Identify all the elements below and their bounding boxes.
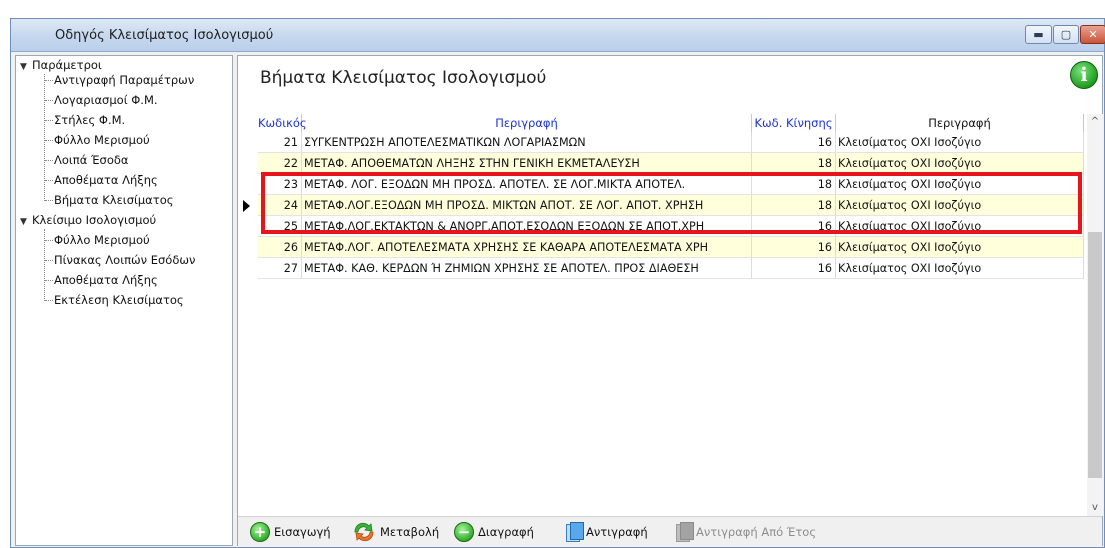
scroll-up-arrow-icon[interactable]: ^ <box>1087 114 1103 130</box>
tree-item[interactable]: Εκτέλεση Κλεισίματος <box>54 293 184 307</box>
column-header-code[interactable]: Κωδικός <box>258 114 307 132</box>
close-button[interactable]: ✕ <box>1080 25 1105 44</box>
table-cell-move[interactable]: 18 <box>752 153 836 174</box>
table-cell-code[interactable]: 21 <box>258 132 302 153</box>
add-button-label: Εισαγωγή <box>274 525 331 539</box>
app-window: Οδηγός Κλεισίματος Ισολογισμού ▬ ▢ ✕ ▼ Πα… <box>10 18 1105 548</box>
tree-item[interactable]: Λογαριασμοί Φ.Μ. <box>54 93 158 107</box>
column-header-description[interactable]: Περιγραφή <box>302 114 752 132</box>
copy-button-label: Αντιγραφή <box>586 525 648 539</box>
table-cell-move-desc[interactable]: Κλεισίματος ΟΧΙ Ισοζύγιο <box>836 216 1084 237</box>
tree-item[interactable]: Αποθέματα Λήξης <box>54 273 158 287</box>
table-row[interactable]: 23 ΜΕΤΑΦ. ΛΟΓ. ΕΞΟΔΩΝ ΜΗ ΠΡΟΣΔ. ΑΠΟΤΕΛ. Σ… <box>258 174 1084 195</box>
copy-from-year-button-label: Αντιγραφή Από Έτος <box>696 525 817 539</box>
minimize-button[interactable]: ▬ <box>1025 25 1052 44</box>
table-row[interactable]: 25 ΜΕΤΑΦ.ΛΟΓ.ΕΚΤΑΚΤΩΝ & ΑΝΟΡΓ.ΑΠΟΤ.ΕΣΟΔΩΝ… <box>258 216 1084 237</box>
maximize-button[interactable]: ▢ <box>1053 25 1079 44</box>
table-row[interactable]: 22 ΜΕΤΑΦ. ΑΠΟΘΕΜΑΤΩΝ ΛΗΞΗΣ ΣΤΗΝ ΓΕΝΙΚΗ ΕΚ… <box>258 153 1084 174</box>
copy-pages-icon <box>566 522 584 542</box>
panel-title: Βήματα Κλεισίματος Ισολογισμού <box>260 68 547 88</box>
copy-button[interactable]: Αντιγραφή <box>566 521 648 543</box>
tree-item-selected[interactable]: Βήματα Κλεισίματος <box>54 193 173 207</box>
table-cell-desc[interactable]: ΣΥΓΚΕΝΤΡΩΣΗ ΑΠΟΤΕΛΕΣΜΑΤΙΚΩΝ ΛΟΓΑΡΙΑΣΜΩΝ <box>302 132 752 153</box>
scroll-thumb[interactable] <box>1088 232 1102 478</box>
title-bar[interactable]: Οδηγός Κλεισίματος Ισολογισμού ▬ ▢ ✕ <box>11 19 1105 52</box>
data-grid: Κωδικός Περιγραφή Κωδ. Κίνησης Περιγραφή… <box>243 114 1084 514</box>
delete-button[interactable]: − Διαγραφή <box>454 521 534 543</box>
copy-pages-icon <box>676 522 694 542</box>
vertical-scrollbar[interactable]: ^ v <box>1087 114 1103 516</box>
table-row[interactable]: 26 ΜΕΤΑΦ.ΛΟΓ. ΑΠΟΤΕΛΕΣΜΑΤΑ ΧΡΗΣΗΣ ΣΕ ΚΑΘΑ… <box>258 237 1084 258</box>
current-row-indicator-icon <box>243 200 250 212</box>
info-icon[interactable]: i <box>1070 61 1098 89</box>
table-cell-move-desc[interactable]: Κλεισίματος ΟΧΙ Ισοζύγιο <box>836 153 1084 174</box>
add-button[interactable]: + Εισαγωγή <box>250 521 331 543</box>
edit-button[interactable]: Μεταβολή <box>352 521 439 543</box>
table-cell-desc[interactable]: ΜΕΤΑΦ. ΚΑΘ. ΚΕΡΔΩΝ Ή ΖΗΜΙΩΝ ΧΡΗΣΗΣ ΣΕ ΑΠ… <box>302 258 752 279</box>
navigation-tree: ▼ Παράμετροι Αντιγραφή Παραμέτρων Λογαρια… <box>15 55 233 546</box>
table-row[interactable]: 21 ΣΥΓΚΕΝΤΡΩΣΗ ΑΠΟΤΕΛΕΣΜΑΤΙΚΩΝ ΛΟΓΑΡΙΑΣΜΩ… <box>258 132 1084 153</box>
table-cell-desc[interactable]: ΜΕΤΑΦ. ΑΠΟΘΕΜΑΤΩΝ ΛΗΞΗΣ ΣΤΗΝ ΓΕΝΙΚΗ ΕΚΜΕ… <box>302 153 752 174</box>
table-cell-desc[interactable]: ΜΕΤΑΦ.ΛΟΓ.ΕΚΤΑΚΤΩΝ & ΑΝΟΡΓ.ΑΠΟΤ.ΕΣΟΔΩΝ Ε… <box>302 216 752 237</box>
expand-chevron-icon[interactable]: ▼ <box>20 215 32 229</box>
tree-item[interactable]: Λοιπά Έσοδα <box>54 153 128 167</box>
tree-group-label: Παράμετροι <box>32 58 102 72</box>
table-cell-move-desc[interactable]: Κλεισίματος ΟΧΙ Ισοζύγιο <box>836 174 1084 195</box>
table-cell-move-desc[interactable]: Κλεισίματος ΟΧΙ Ισοζύγιο <box>836 237 1084 258</box>
refresh-arrows-icon <box>354 522 374 542</box>
table-cell-code[interactable]: 22 <box>258 153 302 174</box>
grid-header: Κωδικός Περιγραφή Κωδ. Κίνησης Περιγραφή <box>258 114 1084 132</box>
window-title: Οδηγός Κλεισίματος Ισολογισμού <box>55 28 274 43</box>
tree-item[interactable]: Φύλλο Μερισμού <box>54 133 150 147</box>
table-cell-move-desc[interactable]: Κλεισίματος ΟΧΙ Ισοζύγιο <box>836 195 1084 216</box>
table-row[interactable]: 27 ΜΕΤΑΦ. ΚΑΘ. ΚΕΡΔΩΝ Ή ΖΗΜΙΩΝ ΧΡΗΣΗΣ ΣΕ … <box>258 258 1084 279</box>
tree-item[interactable]: Φύλλο Μερισμού <box>54 233 150 247</box>
tree-group-label: Κλείσιμο Ισολογισμού <box>32 213 157 227</box>
table-cell-code[interactable]: 27 <box>258 258 302 279</box>
table-cell-move-desc[interactable]: Κλεισίματος ΟΧΙ Ισοζύγιο <box>836 132 1084 153</box>
bottom-toolbar: + Εισαγωγή Μεταβολή − Διαγραφή Αντιγραφή <box>238 516 1102 547</box>
table-cell-move[interactable]: 16 <box>752 258 836 279</box>
tree-line <box>44 74 45 201</box>
table-cell-code[interactable]: 26 <box>258 237 302 258</box>
delete-button-label: Διαγραφή <box>478 525 534 539</box>
tree-item[interactable]: Πίνακας Λοιπών Εσόδων <box>54 253 195 267</box>
column-header-move-code[interactable]: Κωδ. Κίνησης <box>752 114 836 132</box>
table-cell-code[interactable]: 24 <box>258 195 302 216</box>
minus-circle-icon: − <box>454 522 474 542</box>
table-cell-move[interactable]: 16 <box>752 237 836 258</box>
main-panel: Βήματα Κλεισίματος Ισολογισμού i Κωδικός… <box>237 55 1103 547</box>
close-icon: ✕ <box>1088 28 1098 41</box>
tree-group-parameters[interactable]: ▼ Παράμετροι <box>20 58 102 74</box>
tree-item[interactable]: Αποθέματα Λήξης <box>54 173 158 187</box>
table-cell-move[interactable]: 16 <box>752 132 836 153</box>
table-cell-move[interactable]: 16 <box>752 216 836 237</box>
table-cell-desc[interactable]: ΜΕΤΑΦ.ΛΟΓ.ΕΞΟΔΩΝ ΜΗ ΠΡΟΣΔ. ΜΙΚΤΩΝ ΑΠΟΤ. … <box>302 195 752 216</box>
table-cell-code[interactable]: 25 <box>258 216 302 237</box>
tree-item[interactable]: Στήλες Φ.Μ. <box>54 113 125 127</box>
tree-group-closing[interactable]: ▼ Κλείσιμο Ισολογισμού <box>20 213 156 229</box>
table-cell-code[interactable]: 23 <box>258 174 302 195</box>
table-cell-move[interactable]: 18 <box>752 195 836 216</box>
expand-chevron-icon[interactable]: ▼ <box>20 60 32 74</box>
table-row[interactable]: 24 ΜΕΤΑΦ.ΛΟΓ.ΕΞΟΔΩΝ ΜΗ ΠΡΟΣΔ. ΜΙΚΤΩΝ ΑΠΟΤ… <box>243 195 1084 216</box>
table-cell-move[interactable]: 18 <box>752 174 836 195</box>
plus-circle-icon: + <box>250 522 270 542</box>
tree-item[interactable]: Αντιγραφή Παραμέτρων <box>54 73 194 87</box>
edit-button-label: Μεταβολή <box>380 525 440 539</box>
table-cell-desc[interactable]: ΜΕΤΑΦ.ΛΟΓ. ΑΠΟΤΕΛΕΣΜΑΤΑ ΧΡΗΣΗΣ ΣΕ ΚΑΘΑΡΑ… <box>302 237 752 258</box>
column-header-move-description[interactable]: Περιγραφή <box>836 114 1084 132</box>
scroll-down-arrow-icon[interactable]: v <box>1087 500 1103 516</box>
copy-from-year-button[interactable]: Αντιγραφή Από Έτος <box>676 521 816 543</box>
maximize-icon: ▢ <box>1060 28 1072 41</box>
table-cell-desc[interactable]: ΜΕΤΑΦ. ΛΟΓ. ΕΞΟΔΩΝ ΜΗ ΠΡΟΣΔ. ΑΠΟΤΕΛ. ΣΕ … <box>302 174 752 195</box>
table-cell-move-desc[interactable]: Κλεισίματος ΟΧΙ Ισοζύγιο <box>836 258 1084 279</box>
minimize-icon: ▬ <box>1033 28 1044 41</box>
